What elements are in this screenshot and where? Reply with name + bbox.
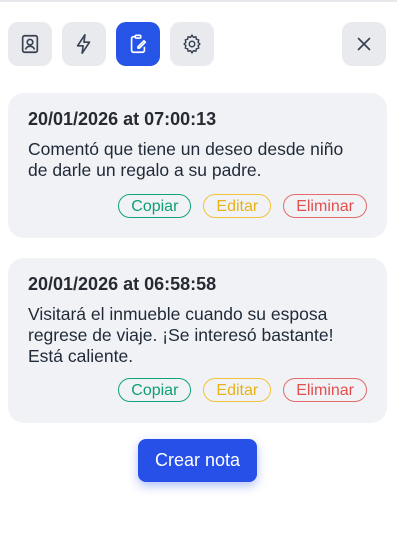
note-actions: Copiar Editar Eliminar <box>118 194 367 218</box>
note-actions: Copiar Editar Eliminar <box>118 378 367 402</box>
note-text: Visitará el inmueble cuando su esposa re… <box>28 304 334 366</box>
copy-button[interactable]: Copiar <box>118 194 192 218</box>
top-divider <box>0 0 397 2</box>
contacts-button[interactable] <box>8 22 52 66</box>
toolbar <box>8 22 389 66</box>
settings-button[interactable] <box>170 22 214 66</box>
notes-button[interactable] <box>116 22 160 66</box>
note-card: 20/01/2026 at 07:00:13 Comentó que tiene… <box>8 93 387 238</box>
create-note-button[interactable]: Crear nota <box>138 439 257 482</box>
close-button[interactable] <box>342 22 386 66</box>
note-date: 20/01/2026 at 06:58:58 <box>28 274 217 294</box>
edit-button[interactable]: Editar <box>203 378 272 402</box>
lightning-icon <box>76 34 91 54</box>
clipboard-edit-icon <box>130 34 147 54</box>
close-icon <box>357 37 371 51</box>
delete-button[interactable]: Eliminar <box>283 194 367 218</box>
contact-card-icon <box>21 34 39 54</box>
delete-button[interactable]: Eliminar <box>283 378 367 402</box>
note-date: 20/01/2026 at 07:00:13 <box>28 109 217 129</box>
gear-icon <box>183 34 201 54</box>
edit-button[interactable]: Editar <box>203 194 272 218</box>
note-card: 20/01/2026 at 06:58:58 Visitará el inmue… <box>8 258 387 423</box>
actions-button[interactable] <box>62 22 106 66</box>
copy-button[interactable]: Copiar <box>118 378 192 402</box>
note-text: Comentó que tiene un deseo desde niño de… <box>28 139 344 180</box>
